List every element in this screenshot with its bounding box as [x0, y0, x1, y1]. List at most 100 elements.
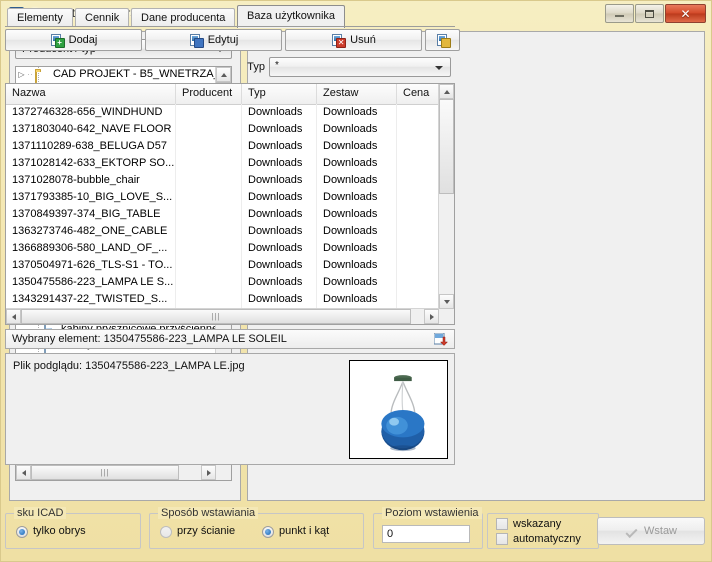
radio-punkt-i-kat-label: punkt i kąt — [279, 525, 330, 537]
type-filter-value: * — [275, 60, 279, 71]
toolbar-usu-button[interactable]: ✕ Usuń — [285, 29, 422, 51]
table-cell — [176, 291, 242, 308]
table-cell: 1343291437-22_TWISTED_S... — [6, 291, 176, 308]
add-icon: + — [50, 33, 65, 48]
checkbox-wskazany-label: wskazany — [513, 518, 562, 530]
toolbar-edytuj-button[interactable]: Edytuj — [145, 29, 282, 51]
maximize-button[interactable] — [635, 4, 664, 23]
column-header[interactable]: Zestaw — [317, 84, 397, 104]
table-cell: Downloads — [242, 104, 317, 121]
table-vertical-scrollbar[interactable] — [438, 84, 454, 309]
table-cell: Downloads — [317, 274, 397, 291]
table-hscroll-thumb[interactable]: ||| — [21, 309, 411, 324]
table-row[interactable]: 1371028142-633_EKTORP SO... Downloads Down… — [6, 155, 438, 172]
table-cell: Downloads — [242, 172, 317, 189]
table-cell — [176, 257, 242, 274]
table-cell: Downloads — [317, 172, 397, 189]
table-cell: 1366889306-580_LAND_OF_... — [6, 240, 176, 257]
table-cell — [176, 155, 242, 172]
toolbar-button-label: Edytuj — [207, 34, 239, 46]
table-vscroll-thumb[interactable] — [439, 99, 454, 194]
checkbox-automatyczny[interactable] — [496, 533, 508, 545]
check-icon — [625, 526, 638, 537]
table-cell — [397, 274, 438, 291]
type-filter-row: Typ * — [5, 57, 455, 79]
table-cell: Downloads — [317, 223, 397, 240]
table-cell: Downloads — [242, 223, 317, 240]
preview-thumbnail — [349, 360, 448, 459]
records-table[interactable]: Nazwa Producent Typ Zestaw Cena 1372746328-6… — [5, 83, 455, 325]
radio-przy-scianie[interactable] — [160, 526, 172, 538]
toolbar-button-label: Usuń — [350, 34, 376, 46]
application-window: Elementy wnętrzarskie ✕ Producent / typ … — [0, 0, 712, 562]
table-scroll-right-button[interactable] — [424, 309, 439, 324]
toolbar-import-button[interactable] — [425, 29, 460, 51]
column-header[interactable]: Nazwa — [6, 84, 176, 104]
insert-button[interactable]: Wstaw — [597, 517, 705, 545]
tree-hscroll-thumb[interactable]: ||| — [31, 465, 179, 480]
table-cell — [397, 121, 438, 138]
table-cell — [397, 155, 438, 172]
table-row[interactable]: 1371110289-638_BELUGA D57 Downloads Downlo… — [6, 138, 438, 155]
column-header[interactable]: Cena — [397, 84, 442, 104]
table-cell — [397, 138, 438, 155]
tab-elementy[interactable]: Elementy — [7, 8, 73, 27]
table-row[interactable]: 1371028078-bubble_chair Downloads Download… — [6, 172, 438, 189]
insert-level-group: Poziom wstawienia — [373, 507, 483, 549]
column-header[interactable]: Producent — [176, 84, 242, 104]
table-cell: Downloads — [242, 189, 317, 206]
table-scroll-corner — [439, 309, 454, 324]
checkbox-wskazany[interactable] — [496, 518, 508, 530]
table-row[interactable]: 1370504971-626_TLS-S1 - TO... Downloads Do… — [6, 257, 438, 274]
type-filter-combo[interactable]: * — [269, 57, 451, 77]
radio-tylko-obrys[interactable] — [16, 526, 28, 538]
preview-panel: Plik podglądu: 1350475586-223_LAMPA LE.j… — [5, 353, 455, 465]
tree-scroll-right-button[interactable] — [201, 465, 216, 480]
table-cell: Downloads — [317, 104, 397, 121]
table-cell: Downloads — [317, 291, 397, 308]
column-header[interactable]: Typ — [242, 84, 317, 104]
tab-label: Dane producenta — [141, 12, 226, 24]
table-cell — [176, 121, 242, 138]
table-cell: 1370849397-374_BIG_TABLE — [6, 206, 176, 223]
tree-horizontal-scrollbar[interactable]: ||| — [16, 464, 216, 480]
table-cell — [397, 257, 438, 274]
table-row[interactable]: 1363273746-482_ONE_CABLE Downloads Downloa… — [6, 223, 438, 240]
table-row[interactable]: 1366889306-580_LAND_OF_... Downloads Downl… — [6, 240, 438, 257]
table-scroll-down-button[interactable] — [439, 294, 454, 309]
export-icon[interactable] — [433, 332, 449, 346]
table-cell — [176, 104, 242, 121]
close-button[interactable]: ✕ — [665, 4, 706, 23]
table-cell: 1350475586-223_LAMPA LE S... — [6, 274, 176, 291]
insert-mode-group: Sposób wstawiania przy ścianie punkt i k… — [149, 507, 364, 549]
table-cell: 1371028078-bubble_chair — [6, 172, 176, 189]
close-icon: ✕ — [680, 6, 691, 21]
selected-element-text: Wybrany element: 1350475586-223_LAMPA LE… — [12, 333, 287, 345]
table-row[interactable]: 1343291437-22_TWISTED_S... Downloads Downl… — [6, 291, 438, 308]
tab-dane-producenta[interactable]: Dane producenta — [131, 8, 236, 27]
radio-punkt-i-kat[interactable] — [262, 526, 274, 538]
table-row[interactable]: 1371803040-642_NAVE FLOOR Downloads Downlo… — [6, 121, 438, 138]
table-horizontal-scrollbar[interactable]: ||| — [6, 308, 439, 324]
table-row[interactable]: 1350475586-223_LAMPA LE S... Downloads Dow… — [6, 274, 438, 291]
table-cell: Downloads — [242, 291, 317, 308]
table-row[interactable]: 1371793385-10_BIG_LOVE_S... Downloads Down… — [6, 189, 438, 206]
table-cell: Downloads — [242, 257, 317, 274]
table-row[interactable]: 1370849397-374_BIG_TABLE Downloads Downloa… — [6, 206, 438, 223]
insert-mode-group-title: Sposób wstawiania — [158, 507, 259, 519]
table-scroll-up-button[interactable] — [439, 84, 454, 99]
table-scroll-left-button[interactable] — [6, 309, 21, 324]
insert-level-input[interactable] — [382, 525, 470, 543]
table-cell — [176, 206, 242, 223]
tab-baza-użytkownika[interactable]: Baza użytkownika — [237, 5, 346, 28]
table-cell: Downloads — [317, 121, 397, 138]
edit-icon — [189, 33, 204, 48]
table-cell: 1371110289-638_BELUGA D57 — [6, 138, 176, 155]
tab-cennik[interactable]: Cennik — [75, 8, 130, 27]
minimize-button[interactable] — [605, 4, 634, 23]
import-icon — [436, 33, 451, 48]
table-cell — [176, 138, 242, 155]
table-row[interactable]: 1372746328-656_WINDHUND Downloads Download… — [6, 104, 438, 121]
tree-scroll-left-button[interactable] — [16, 465, 31, 480]
toolbar-dodaj-button[interactable]: + Dodaj — [5, 29, 142, 51]
